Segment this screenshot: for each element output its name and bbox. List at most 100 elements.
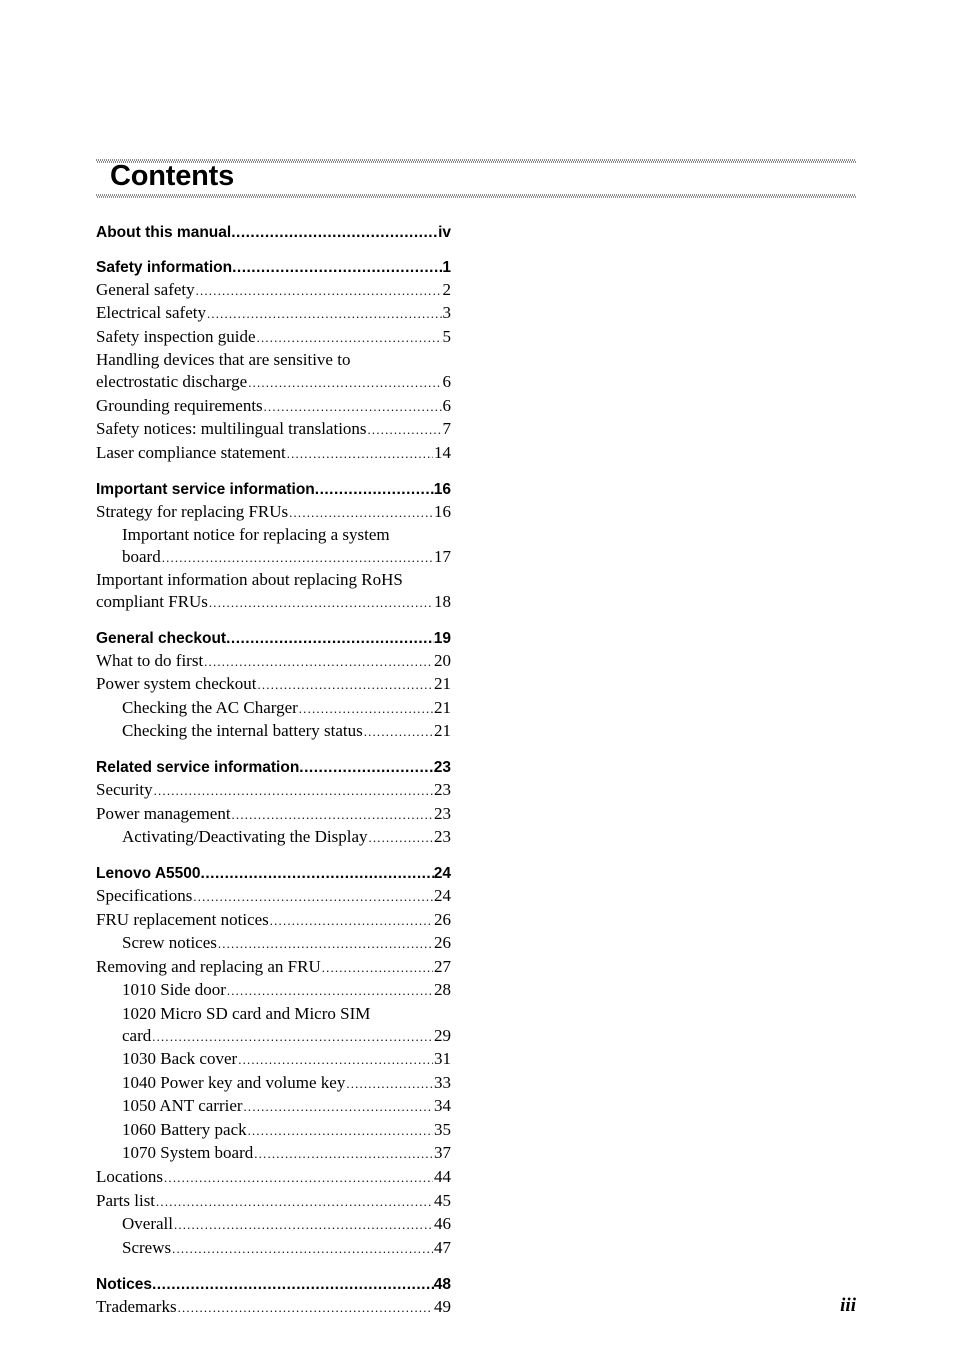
dot-leader xyxy=(254,1144,433,1166)
toc-subentry[interactable]: 1010 Side door 28 xyxy=(96,979,451,1003)
toc-page-number: 31 xyxy=(434,1049,451,1069)
toc-entry-title: Activating/Deactivating the Display xyxy=(122,827,368,847)
toc-entry-title: Removing and replacing an FRU xyxy=(96,956,321,976)
toc-entry[interactable]: Removing and replacing an FRU 27 xyxy=(96,956,451,980)
toc-heading[interactable]: Important service information 16 xyxy=(96,479,451,501)
toc-page-number: 14 xyxy=(434,442,451,462)
dot-leader xyxy=(315,479,434,501)
toc-page-number: 47 xyxy=(434,1237,451,1257)
dot-leader xyxy=(209,593,433,615)
toc-page-number: 18 xyxy=(434,591,451,611)
toc-page-number: iv xyxy=(438,224,451,241)
toc-entry[interactable]: Grounding requirements 6 xyxy=(96,395,451,419)
toc-entry-title: Power management xyxy=(96,803,231,823)
toc-page-number: 3 xyxy=(442,303,452,323)
toc-entry[interactable]: Specifications 24 xyxy=(96,885,451,909)
dot-leader xyxy=(152,1274,434,1296)
toc-entry-title: What to do first xyxy=(96,650,204,670)
toc-heading[interactable]: Related service information 23 xyxy=(96,757,451,779)
toc-subentry[interactable]: card 29 xyxy=(96,1025,451,1049)
dot-leader xyxy=(162,548,433,570)
toc-heading[interactable]: Safety information 1 xyxy=(96,257,451,279)
dot-leader xyxy=(196,281,442,303)
toc-page-number: 37 xyxy=(434,1143,451,1163)
dot-leader xyxy=(156,1192,433,1214)
toc-page-number: 19 xyxy=(433,630,451,647)
dot-leader xyxy=(369,828,434,850)
toc-entry-title: Locations xyxy=(96,1167,164,1187)
toc-page-number: 23 xyxy=(434,803,451,823)
toc-page-number: 21 xyxy=(434,674,451,694)
toc-subentry[interactable]: Activating/Deactivating the Display 23 xyxy=(96,826,451,850)
toc-entry[interactable]: Power system checkout 21 xyxy=(96,673,451,697)
toc-entry[interactable]: Strategy for replacing FRUs 16 xyxy=(96,501,451,525)
toc-entry[interactable]: FRU replacement notices 26 xyxy=(96,909,451,933)
toc-page-number: 34 xyxy=(434,1096,451,1116)
dot-leader xyxy=(289,503,433,525)
title-rule-bottom xyxy=(96,194,856,198)
toc-entry-title: Parts list xyxy=(96,1190,156,1210)
toc-subentry[interactable]: 1040 Power key and volume key 33 xyxy=(96,1072,451,1096)
toc-entry-title: Important service information xyxy=(96,480,315,498)
dot-leader xyxy=(248,373,441,395)
toc-entry[interactable]: Laser compliance statement 14 xyxy=(96,442,451,466)
toc-entry[interactable]: Safety notices: multilingual translation… xyxy=(96,418,451,442)
dot-leader xyxy=(368,420,442,442)
toc-entry[interactable]: What to do first 20 xyxy=(96,650,451,674)
toc-entry[interactable]: Security 23 xyxy=(96,779,451,803)
toc-section: Related service information23Security23P… xyxy=(96,757,451,849)
dot-leader xyxy=(270,911,433,933)
toc-entry[interactable]: General safety 2 xyxy=(96,279,451,303)
toc-entry[interactable]: compliant FRUs 18 xyxy=(96,591,451,615)
toc-subentry[interactable]: 1060 Battery pack 35 xyxy=(96,1119,451,1143)
dot-leader xyxy=(322,958,433,980)
toc-subentry[interactable]: board 17 xyxy=(96,546,451,570)
toc-entry[interactable]: Trademarks 49 xyxy=(96,1296,451,1320)
toc-subentry[interactable]: Screw notices 26 xyxy=(96,932,451,956)
toc-entry-title: General safety xyxy=(96,279,195,299)
toc-heading[interactable]: Notices 48 xyxy=(96,1274,451,1296)
toc-entry-title: 1010 Side door xyxy=(122,980,226,1000)
dot-leader xyxy=(232,257,442,279)
toc-subentry[interactable]: Screws 47 xyxy=(96,1237,451,1261)
dot-leader xyxy=(244,1097,433,1119)
toc-entry-title: Lenovo A5500 xyxy=(96,865,201,883)
toc-entry-wrapped-line[interactable]: Important information about replacing Ro… xyxy=(96,569,451,591)
toc-page-number: 6 xyxy=(442,372,452,392)
toc-entry-wrapped-line[interactable]: Important notice for replacing a system xyxy=(96,524,451,546)
toc-entry-title: Notices xyxy=(96,1275,152,1293)
toc-entry[interactable]: Power management 23 xyxy=(96,803,451,827)
toc-subentry[interactable]: Checking the AC Charger 21 xyxy=(96,697,451,721)
toc-heading[interactable]: Lenovo A5500 24 xyxy=(96,863,451,885)
toc-subentry[interactable]: 1050 ANT carrier 34 xyxy=(96,1095,451,1119)
toc-heading[interactable]: About this manual iv xyxy=(96,222,451,244)
toc-entry-wrapped-line[interactable]: Handling devices that are sensitive to xyxy=(96,349,451,371)
toc-section: Lenovo A5500 24 Specifications 24 FRU replac… xyxy=(96,863,451,1260)
toc-heading[interactable]: General checkout 19 xyxy=(96,628,451,650)
toc-entry-wrapped-line[interactable]: 1020 Micro SD card and Micro SIM xyxy=(96,1003,451,1025)
dot-leader xyxy=(164,1168,433,1190)
toc-entry[interactable]: Safety inspection guide 5 xyxy=(96,326,451,350)
toc-subentry[interactable]: Overall 46 xyxy=(96,1213,451,1237)
toc-page-number: 2 xyxy=(442,279,452,299)
toc-entry[interactable]: electrostatic discharge 6 xyxy=(96,371,451,395)
toc-page-number: 7 xyxy=(442,419,452,439)
toc-subentry[interactable]: Checking the internal battery status 21 xyxy=(96,720,451,744)
toc-section: Important service information16Strategy … xyxy=(96,479,451,615)
toc-entry[interactable]: Locations 44 xyxy=(96,1166,451,1190)
toc-entry[interactable]: Electrical safety 3 xyxy=(96,302,451,326)
toc-page-number: 26 xyxy=(434,909,451,929)
toc-page-number: 20 xyxy=(434,650,451,670)
toc-entry[interactable]: Parts list 45 xyxy=(96,1190,451,1214)
toc-entry-title: electrostatic discharge xyxy=(96,372,248,392)
dot-leader xyxy=(287,444,433,466)
toc-section: About this manual iv xyxy=(96,222,451,244)
toc-subentry[interactable]: 1030 Back cover 31 xyxy=(96,1048,451,1072)
dot-leader xyxy=(264,397,442,419)
dot-leader xyxy=(364,722,433,744)
dot-leader xyxy=(238,1050,433,1072)
toc-entry-title: 1060 Battery pack xyxy=(122,1119,247,1139)
toc-entry-title: FRU replacement notices xyxy=(96,909,269,929)
toc-subentry[interactable]: 1070 System board 37 xyxy=(96,1142,451,1166)
dot-leader xyxy=(152,1027,433,1049)
